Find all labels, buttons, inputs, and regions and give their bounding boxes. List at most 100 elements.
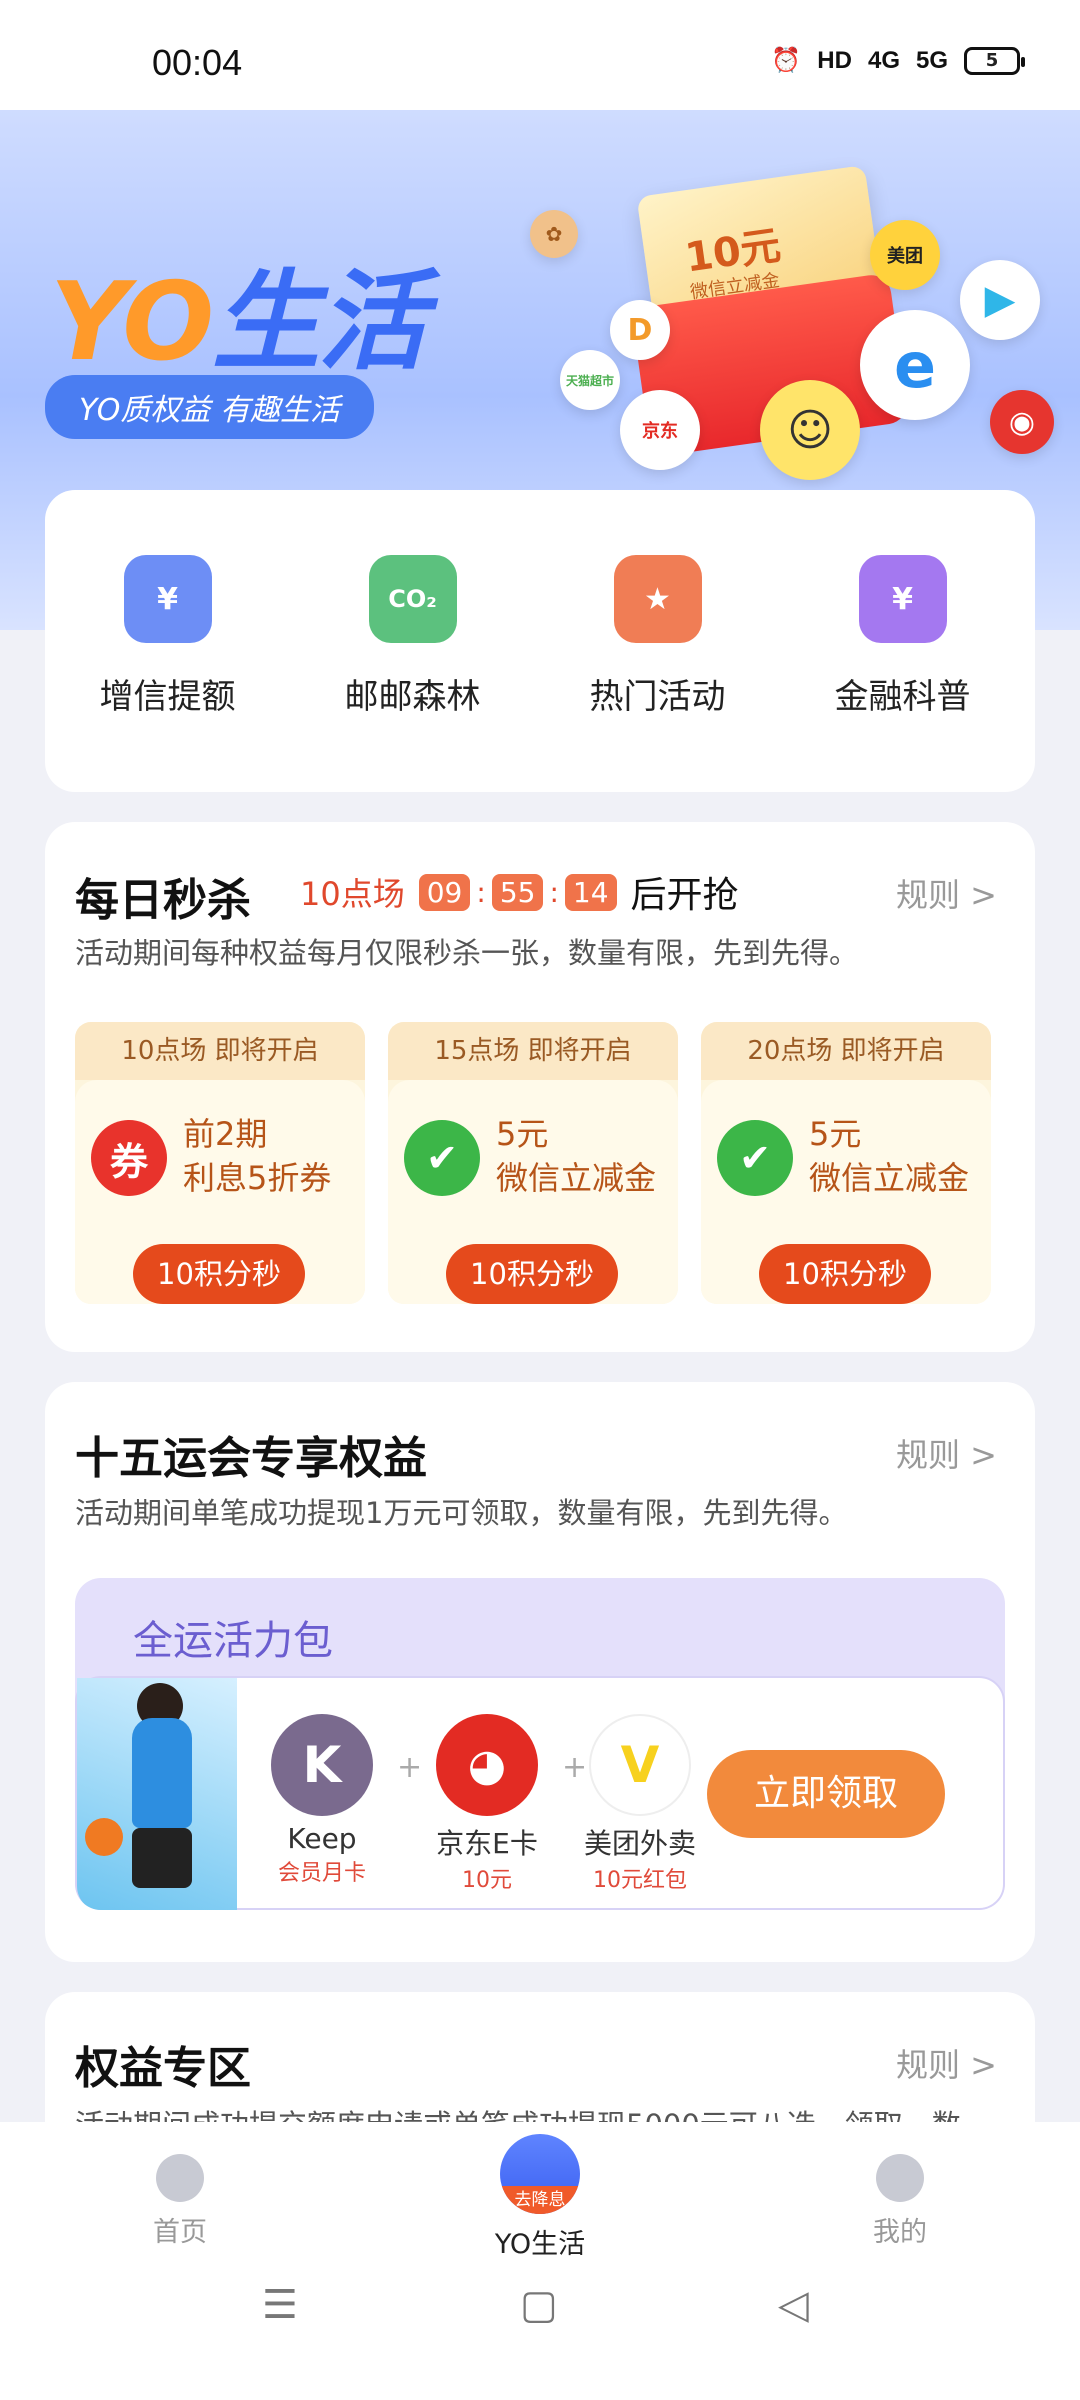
plus-sign: + <box>397 1750 423 1785</box>
flash-item-line2: 微信立减金 <box>809 1159 970 1197</box>
quick-label: 金融科普 <box>834 677 971 717</box>
nav-label: 首页 <box>153 2217 207 2248</box>
brand-logo: YO生活 <box>50 235 426 391</box>
vitality-pack: 全运活力包 K Keep 会员月卡 + ◕ 京东E卡 10元 + V 美团外卖 … <box>75 1578 1005 1910</box>
flash-title: 每日秒杀 <box>75 875 251 926</box>
wechat-check-icon: ✔ <box>404 1120 480 1196</box>
eleme-icon: e <box>860 310 970 420</box>
keep-logo-icon: K <box>271 1714 373 1816</box>
brand-yo: YO <box>50 260 214 385</box>
quick-entry-card: ¥ 增信提额 CO₂ 邮邮森林 ★ 热门活动 ¥ 金融科普 <box>45 490 1035 792</box>
games-title: 十五运会专享权益 <box>75 1433 427 1484</box>
meituan-icon: 美团 <box>870 220 940 290</box>
cookie-icon: ✿ <box>530 210 578 258</box>
pack-item-sub: 10元 <box>462 1868 512 1893</box>
flash-rule-link[interactable]: 规则 > <box>896 870 997 916</box>
brand-life: 生活 <box>212 260 426 385</box>
flash-item-head: 10点场 即将开启 <box>75 1022 365 1080</box>
flash-slot: 10点场 <box>300 875 405 913</box>
flash-countdown: 10点场 09 : 55 : 14 后开抢 <box>300 866 739 918</box>
pack-title: 全运活力包 <box>133 1618 333 1664</box>
pack-item-jd: ◕ 京东E卡 10元 <box>422 1714 552 1894</box>
flash-item-head: 20点场 即将开启 <box>701 1022 991 1080</box>
nav-home[interactable]: 首页 <box>80 2154 280 2249</box>
flash-after: 后开抢 <box>630 875 739 916</box>
quick-label: 热门活动 <box>589 677 726 717</box>
shopping-bag-icon: 去降息 <box>500 2134 580 2214</box>
jd-icon: 京东 <box>620 390 700 470</box>
quick-item-events[interactable]: ★ 热门活动 <box>535 555 780 718</box>
flash-buy-button[interactable]: 10积分秒 <box>759 1244 931 1304</box>
jd-dog-logo-icon: ◕ <box>436 1714 538 1816</box>
user-icon <box>876 2154 924 2202</box>
back-icon[interactable]: ◁ <box>778 2282 809 2328</box>
status-icons: ⏰ HD 4G 5G 5 <box>771 46 1025 75</box>
flash-buy-button[interactable]: 10积分秒 <box>446 1244 618 1304</box>
didi-icon: D <box>610 300 670 360</box>
countdown-hours: 09 <box>418 873 471 911</box>
flash-item-head: 15点场 即将开启 <box>388 1022 678 1080</box>
meituan-mascot-icon: V <box>589 1714 691 1816</box>
tmall-icon: 天猫超市 <box>560 350 620 410</box>
star-badge-icon: ★ <box>613 555 702 643</box>
coupon-icon: 券 <box>91 1120 167 1196</box>
claim-button[interactable]: 立即领取 <box>707 1750 945 1838</box>
nav-me[interactable]: 我的 <box>800 2154 1000 2249</box>
flash-item-line2: 利息5折券 <box>183 1159 332 1197</box>
flash-desc: 活动期间每种权益每月仅限秒杀一张，数量有限，先到先得。 <box>75 936 859 970</box>
quick-label: 邮邮森林 <box>344 677 481 717</box>
home-square-icon[interactable]: ▢ <box>520 2282 558 2328</box>
nav-yo-life[interactable]: 去降息 YO生活 <box>440 2134 640 2261</box>
games-rule-link[interactable]: 规则 > <box>896 1430 997 1476</box>
video-play-icon: ▶ <box>960 260 1040 340</box>
quick-item-forest[interactable]: CO₂ 邮邮森林 <box>290 555 535 718</box>
hd-icon: HD <box>817 46 852 74</box>
flash-item[interactable]: 20点场 即将开启 ✔ 5元 微信立减金 10积分秒 <box>701 1022 991 1304</box>
pack-item-name: Keep <box>287 1822 357 1855</box>
pack-item-meituan: V 美团外卖 10元红包 <box>575 1714 705 1894</box>
flash-buy-button[interactable]: 10积分秒 <box>133 1244 305 1304</box>
quick-item-finance[interactable]: ¥ 金融科普 <box>780 555 1025 718</box>
flash-item[interactable]: 10点场 即将开启 券 前2期 利息5折券 10积分秒 <box>75 1022 365 1304</box>
wallet-icon: ¥ <box>123 555 212 643</box>
countdown-minutes: 55 <box>491 873 544 911</box>
pack-content: K Keep 会员月卡 + ◕ 京东E卡 10元 + V 美团外卖 10元红包 … <box>75 1676 1005 1910</box>
signal-5g-icon: 5G <box>915 46 948 74</box>
flash-item-line1: 5元 <box>496 1115 549 1153</box>
menu-icon[interactable]: ☰ <box>262 2282 298 2328</box>
pack-item-name: 美团外卖 <box>583 1827 696 1860</box>
status-bar: 00:04 ⏰ HD 4G 5G 5 <box>0 0 1080 110</box>
pack-item-name: 京东E卡 <box>436 1827 538 1860</box>
status-time: 00:04 <box>152 42 243 83</box>
national-games-card: 十五运会专享权益 规则 > 活动期间单笔成功提现1万元可领取，数量有限，先到先得… <box>45 1382 1035 1962</box>
games-desc: 活动期间单笔成功提现1万元可领取，数量有限，先到先得。 <box>75 1496 848 1530</box>
signal-4g-icon: 4G <box>867 46 900 74</box>
flash-sale-card: 每日秒杀 10点场 09 : 55 : 14 后开抢 规则 > 活动期间每种权益… <box>45 822 1035 1352</box>
basketball-player-illustration <box>77 1678 237 1910</box>
bottom-nav: 首页 去降息 YO生活 我的 ☰ ▢ ◁ <box>0 2122 1080 2400</box>
alarm-icon: ⏰ <box>771 47 802 74</box>
document-search-icon: ¥ <box>858 555 947 643</box>
pack-item-sub: 10元红包 <box>593 1868 687 1893</box>
wechat-check-icon: ✔ <box>717 1120 793 1196</box>
banner-slogan: YO质权益 有趣生活 <box>45 375 374 439</box>
rights-title: 权益专区 <box>75 2043 251 2094</box>
quick-item-credit[interactable]: ¥ 增信提额 <box>45 555 290 718</box>
nav-label: 我的 <box>873 2217 927 2248</box>
flash-item[interactable]: 15点场 即将开启 ✔ 5元 微信立减金 10积分秒 <box>388 1022 678 1304</box>
nav-label: YO生活 <box>494 2229 586 2260</box>
countdown-seconds: 14 <box>564 873 617 911</box>
rights-rule-link[interactable]: 规则 > <box>896 2040 997 2086</box>
co2-cloud-icon: CO₂ <box>368 555 457 643</box>
pack-item-keep: K Keep 会员月卡 <box>257 1714 387 1887</box>
pack-item-sub: 会员月卡 <box>277 1861 366 1886</box>
quick-label: 增信提额 <box>99 677 236 717</box>
flash-item-line2: 微信立减金 <box>496 1159 657 1197</box>
flash-item-line1: 5元 <box>809 1115 862 1153</box>
netease-music-icon: ◉ <box>990 390 1054 454</box>
mascot-icon: ☺ <box>760 380 860 480</box>
battery-icon: 5 <box>964 46 1025 75</box>
flash-item-line1: 前2期 <box>183 1115 268 1153</box>
home-icon <box>156 2154 204 2202</box>
nav-badge: 去降息 <box>500 2186 580 2214</box>
